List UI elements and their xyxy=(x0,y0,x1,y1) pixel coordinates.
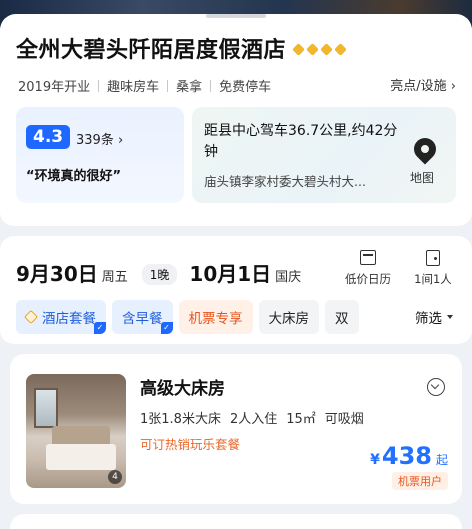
hotel-tag: 桑拿 xyxy=(176,80,203,95)
checkmark-icon: ✓ xyxy=(160,322,173,334)
room-spec: 可吸烟 xyxy=(324,412,364,427)
checkin-date: 9月30日 xyxy=(16,262,98,286)
divider xyxy=(210,79,212,92)
room-spec: 2人入住 xyxy=(229,412,278,427)
room-guest-button[interactable]: 1间1人 xyxy=(408,250,458,287)
hotel-name: 全州大碧头阡陌居度假酒店 xyxy=(16,38,287,63)
facilities-link[interactable]: 亮点/设施 › xyxy=(390,75,456,94)
room-name: 高级大床房 xyxy=(140,379,225,399)
chevron-right-icon: › xyxy=(117,133,124,148)
drag-handle[interactable] xyxy=(206,14,266,18)
filter-chip-label: 双 xyxy=(335,311,349,327)
chevron-down-circle-icon[interactable] xyxy=(427,378,445,396)
hotel-tag: 2019年开业 xyxy=(18,80,91,95)
room-photo[interactable]: 4 xyxy=(26,374,126,488)
filter-chip-label: 大床房 xyxy=(268,311,310,327)
price-tag-badge: 机票用户 xyxy=(392,472,448,490)
nights-badge: 1晚 xyxy=(141,264,178,285)
door-icon xyxy=(426,250,440,266)
star-icon xyxy=(292,42,305,56)
photo-count-badge: 4 xyxy=(108,470,122,484)
tag-icon xyxy=(23,309,39,325)
divider xyxy=(167,79,169,92)
room-spec: 1张1.8米大床 xyxy=(140,412,221,427)
review-count: 339条 › xyxy=(76,133,124,148)
room-photo-bed xyxy=(46,444,116,470)
checkin-weekday: 周五 xyxy=(101,270,128,285)
filter-chip-flight[interactable]: 机票专享 xyxy=(178,300,253,334)
room-card[interactable]: 4 高级大床房 1张1.8米大床 2人入住 15㎡ 可吸烟 可订热销玩乐套餐 ¥… xyxy=(10,354,462,504)
price-currency: ¥ xyxy=(370,452,380,468)
caret-down-icon xyxy=(447,315,453,319)
star-icon xyxy=(320,42,333,56)
filter-chip-package[interactable]: 酒店套餐 ✓ xyxy=(16,300,106,334)
price-suffix: 起 xyxy=(435,453,448,467)
rating-score: 4.3 xyxy=(26,125,71,149)
hotel-tag: 免费停车 xyxy=(219,80,272,95)
location-box[interactable]: 距县中心驾车36.7公里,约42分钟 庙头镇李家村委大碧头村大... 地图 xyxy=(192,107,456,203)
low-price-calendar-button[interactable]: 低价日历 xyxy=(336,250,400,287)
review-quote: “环境真的很好” xyxy=(26,169,122,184)
room-spec: 15㎡ xyxy=(286,412,316,427)
filter-chip-kingbed[interactable]: 大床房 xyxy=(258,300,319,334)
map-label[interactable]: 地图 xyxy=(410,169,434,186)
hotel-tags: 2019年开业 趣味房车 桑拿 免费停车 xyxy=(18,76,271,95)
location-address: 庙头镇李家村委大碧头村大... xyxy=(204,174,366,189)
filter-chip-breakfast[interactable]: 含早餐 ✓ xyxy=(112,300,173,334)
booking-card: 9月30日 周五 1晚 10月1日 国庆 低价日历 1间1人 酒店套餐 ✓ 含早… xyxy=(0,236,472,344)
filter-chip-label: 酒店套餐 xyxy=(42,311,96,327)
chevron-right-icon: › xyxy=(450,79,456,94)
filter-chip-twin[interactable]: 双 xyxy=(325,300,359,334)
title-row: 全州大碧头阡陌居度假酒店 xyxy=(16,32,347,64)
rating-box[interactable]: 4.3 339条 › “环境真的很好” xyxy=(16,107,184,203)
star-icon xyxy=(306,42,319,56)
facilities-link-label: 亮点/设施 xyxy=(390,79,447,94)
room-price: ¥ 438 起 xyxy=(370,442,448,470)
star-icon xyxy=(334,42,347,56)
room-promo: 可订热销玩乐套餐 xyxy=(140,437,241,452)
room-guest-label: 1间1人 xyxy=(414,272,452,286)
date-selector[interactable]: 9月30日 周五 1晚 10月1日 国庆 xyxy=(16,258,301,287)
filter-chips: 酒店套餐 ✓ 含早餐 ✓ 机票专享 大床房 双 xyxy=(16,300,359,334)
room-photo-headboard xyxy=(52,426,110,446)
hotel-info-card: 全州大碧头阡陌居度假酒店 2019年开业 趣味房车 桑拿 免费停车 亮点/设施 … xyxy=(0,14,472,226)
filter-button-label: 筛选 xyxy=(415,311,442,327)
room-card-next[interactable] xyxy=(10,514,462,529)
filter-chip-label: 机票专享 xyxy=(188,311,243,327)
hotel-tag: 趣味房车 xyxy=(107,80,160,95)
room-photo-window xyxy=(34,388,58,428)
divider xyxy=(98,79,100,92)
map-pin-icon[interactable] xyxy=(409,133,441,165)
calendar-icon xyxy=(360,250,376,265)
room-specs: 1张1.8米大床 2人入住 15㎡ 可吸烟 xyxy=(140,408,364,427)
checkout-date: 10月1日 xyxy=(189,262,272,286)
price-amount: 438 xyxy=(381,442,432,470)
star-rating-icon xyxy=(292,42,347,56)
calendar-label: 低价日历 xyxy=(345,272,391,286)
filter-chip-label: 含早餐 xyxy=(122,311,163,327)
checkmark-icon: ✓ xyxy=(94,322,106,334)
location-distance: 距县中心驾车36.7公里,约42分钟 xyxy=(204,123,398,160)
filter-button[interactable]: 筛选 xyxy=(396,300,472,334)
checkout-weekday: 国庆 xyxy=(275,270,302,285)
